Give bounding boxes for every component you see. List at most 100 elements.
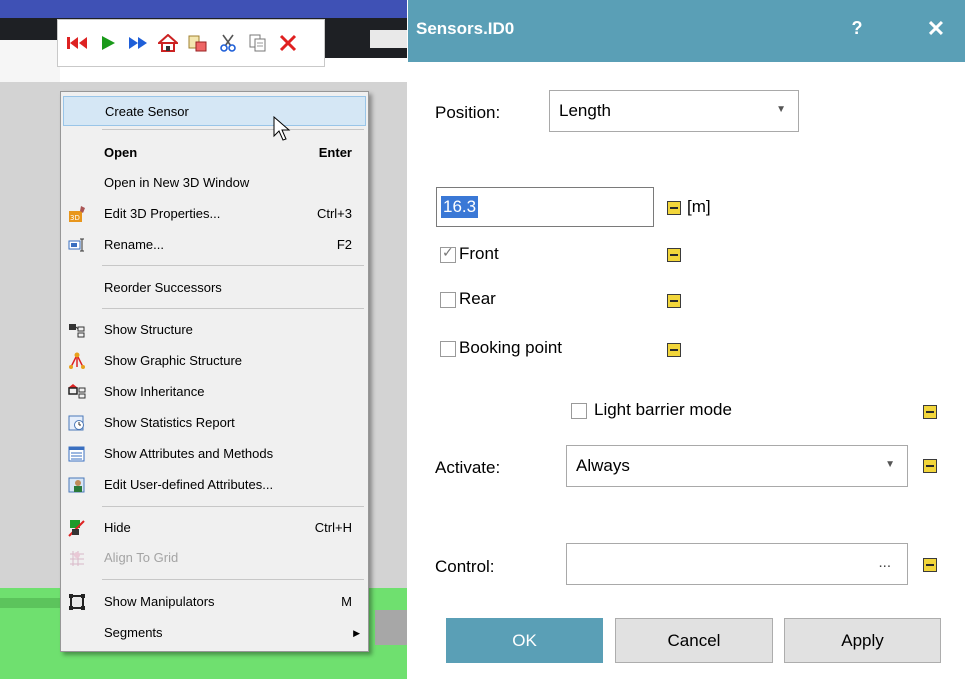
menu-item-label: Open: [104, 145, 138, 160]
inherit-toggle-icon[interactable]: [667, 294, 681, 308]
light-barrier-checkbox[interactable]: [571, 403, 587, 419]
menu-item-rename[interactable]: Rename... F2: [63, 230, 366, 260]
menu-item-label: Show Statistics Report: [104, 415, 235, 430]
menu-separator: [102, 308, 364, 309]
chevron-down-icon: ▼: [885, 459, 895, 470]
menu-item-label: Show Manipulators: [104, 594, 215, 609]
booking-point-checkbox[interactable]: [440, 341, 456, 357]
rear-checkbox[interactable]: [440, 292, 456, 308]
3d-properties-icon: 3D: [68, 205, 86, 223]
length-value: 16.3: [441, 196, 479, 218]
home-icon[interactable]: [157, 32, 179, 54]
menu-item-label: Show Graphic Structure: [104, 353, 243, 368]
copy-icon[interactable]: [247, 32, 269, 54]
menu-item-label: Edit User-defined Attributes...: [104, 477, 274, 492]
inherit-toggle-icon[interactable]: [923, 459, 937, 473]
unit-label: [m]: [687, 197, 711, 216]
context-menu: Create Sensor Open Enter Open in New 3D …: [60, 91, 369, 652]
light-barrier-label: Light barrier mode: [594, 400, 732, 419]
viewport-green-stripe: [0, 598, 60, 608]
menu-item-label: Show Structure: [104, 322, 193, 337]
close-button[interactable]: ✕: [923, 16, 949, 42]
inherit-toggle-icon[interactable]: [667, 343, 681, 357]
rename-icon: [68, 236, 86, 254]
fast-forward-icon[interactable]: [127, 32, 149, 54]
rear-label: Rear: [459, 289, 496, 308]
inherit-toggle-icon[interactable]: [923, 405, 937, 419]
simulation-toolbar: [57, 19, 325, 67]
delete-icon[interactable]: [277, 32, 299, 54]
hide-icon: [68, 519, 86, 537]
manipulators-icon: [68, 593, 86, 611]
menu-item-reorder-successors[interactable]: Reorder Successors: [63, 273, 366, 303]
menu-item-show-graphic-structure[interactable]: Show Graphic Structure: [63, 346, 366, 376]
menu-item-show-inheritance[interactable]: Show Inheritance: [63, 377, 366, 407]
menu-item-shortcut: Ctrl+3: [316, 206, 352, 221]
inherit-toggle-icon[interactable]: [923, 558, 937, 572]
booking-point-label: Booking point: [459, 338, 563, 357]
reset-icon[interactable]: [67, 32, 89, 54]
menu-item-shortcut: Enter: [318, 145, 352, 160]
menu-item-edit-user-defined-attributes[interactable]: Edit User-defined Attributes...: [63, 470, 366, 500]
menu-item-align-to-grid[interactable]: Align To Grid: [63, 543, 366, 573]
apply-button[interactable]: Apply: [784, 618, 941, 663]
ok-button[interactable]: OK: [446, 618, 603, 663]
cancel-button[interactable]: Cancel: [615, 618, 773, 663]
activate-dropdown[interactable]: Always ▼: [566, 445, 908, 487]
play-icon[interactable]: [97, 32, 119, 54]
menu-item-label: Edit 3D Properties...: [104, 206, 221, 221]
menu-item-edit-3d-properties[interactable]: 3D Edit 3D Properties... Ctrl+3: [63, 199, 366, 229]
menu-separator: [102, 265, 364, 266]
menu-item-segments[interactable]: Segments ▶: [63, 618, 366, 648]
menu-item-label: Show Attributes and Methods: [104, 446, 274, 461]
menu-item-show-statistics-report[interactable]: Show Statistics Report: [63, 408, 366, 438]
menu-item-show-manipulators[interactable]: Show Manipulators M: [63, 587, 366, 617]
menu-item-label: Open in New 3D Window: [104, 175, 250, 190]
paste-special-icon[interactable]: [187, 32, 209, 54]
menu-item-create-sensor[interactable]: Create Sensor: [63, 96, 366, 126]
menu-item-shortcut: F2: [336, 237, 352, 252]
menu-item-shortcut: M: [341, 594, 352, 609]
menu-item-label: Reorder Successors: [104, 280, 222, 295]
menu-item-label: Segments: [104, 625, 163, 640]
position-dropdown[interactable]: Length ▼: [549, 90, 799, 132]
viewport-band: [0, 0, 407, 18]
user-attributes-icon: [68, 476, 86, 494]
position-label: Position:: [435, 103, 501, 122]
cut-icon[interactable]: [217, 32, 239, 54]
menu-separator: [102, 506, 364, 507]
inherit-toggle-icon[interactable]: [667, 201, 681, 215]
menu-item-label: Show Inheritance: [104, 384, 205, 399]
front-checkbox[interactable]: [440, 245, 456, 263]
viewport-shadow: [375, 610, 407, 645]
structure-icon: [68, 321, 86, 339]
svg-text:3D: 3D: [70, 214, 80, 222]
position-value: Length: [559, 101, 611, 120]
submenu-arrow-icon: ▶: [353, 628, 360, 638]
menu-item-label: Hide: [104, 520, 131, 535]
activate-value: Always: [576, 456, 630, 475]
control-input[interactable]: ...: [566, 543, 908, 585]
menu-item-open[interactable]: Open Enter: [63, 138, 366, 168]
menu-item-label: Create Sensor: [105, 104, 189, 119]
align-grid-icon: [68, 549, 86, 567]
chevron-down-icon: ▼: [776, 104, 786, 115]
inherit-toggle-icon[interactable]: [667, 248, 681, 262]
menu-item-hide[interactable]: Hide Ctrl+H: [63, 513, 366, 543]
help-button[interactable]: ?: [847, 18, 867, 39]
viewport-wall: [0, 40, 60, 82]
menu-item-show-attributes-methods[interactable]: Show Attributes and Methods: [63, 439, 366, 469]
length-input[interactable]: 16.3: [436, 187, 654, 227]
inheritance-icon: [68, 383, 86, 401]
menu-separator: [102, 129, 364, 130]
viewport-block: [370, 30, 407, 48]
attributes-icon: [68, 445, 86, 463]
menu-item-label: Rename...: [104, 237, 164, 252]
dialog-title: Sensors.ID0: [416, 19, 515, 38]
graphic-structure-icon: [68, 352, 86, 370]
menu-item-show-structure[interactable]: Show Structure: [63, 315, 366, 345]
browse-button[interactable]: ...: [878, 554, 891, 571]
menu-separator: [102, 579, 364, 580]
menu-item-open-new-3d-window[interactable]: Open in New 3D Window: [63, 168, 366, 198]
activate-label: Activate:: [435, 458, 501, 477]
